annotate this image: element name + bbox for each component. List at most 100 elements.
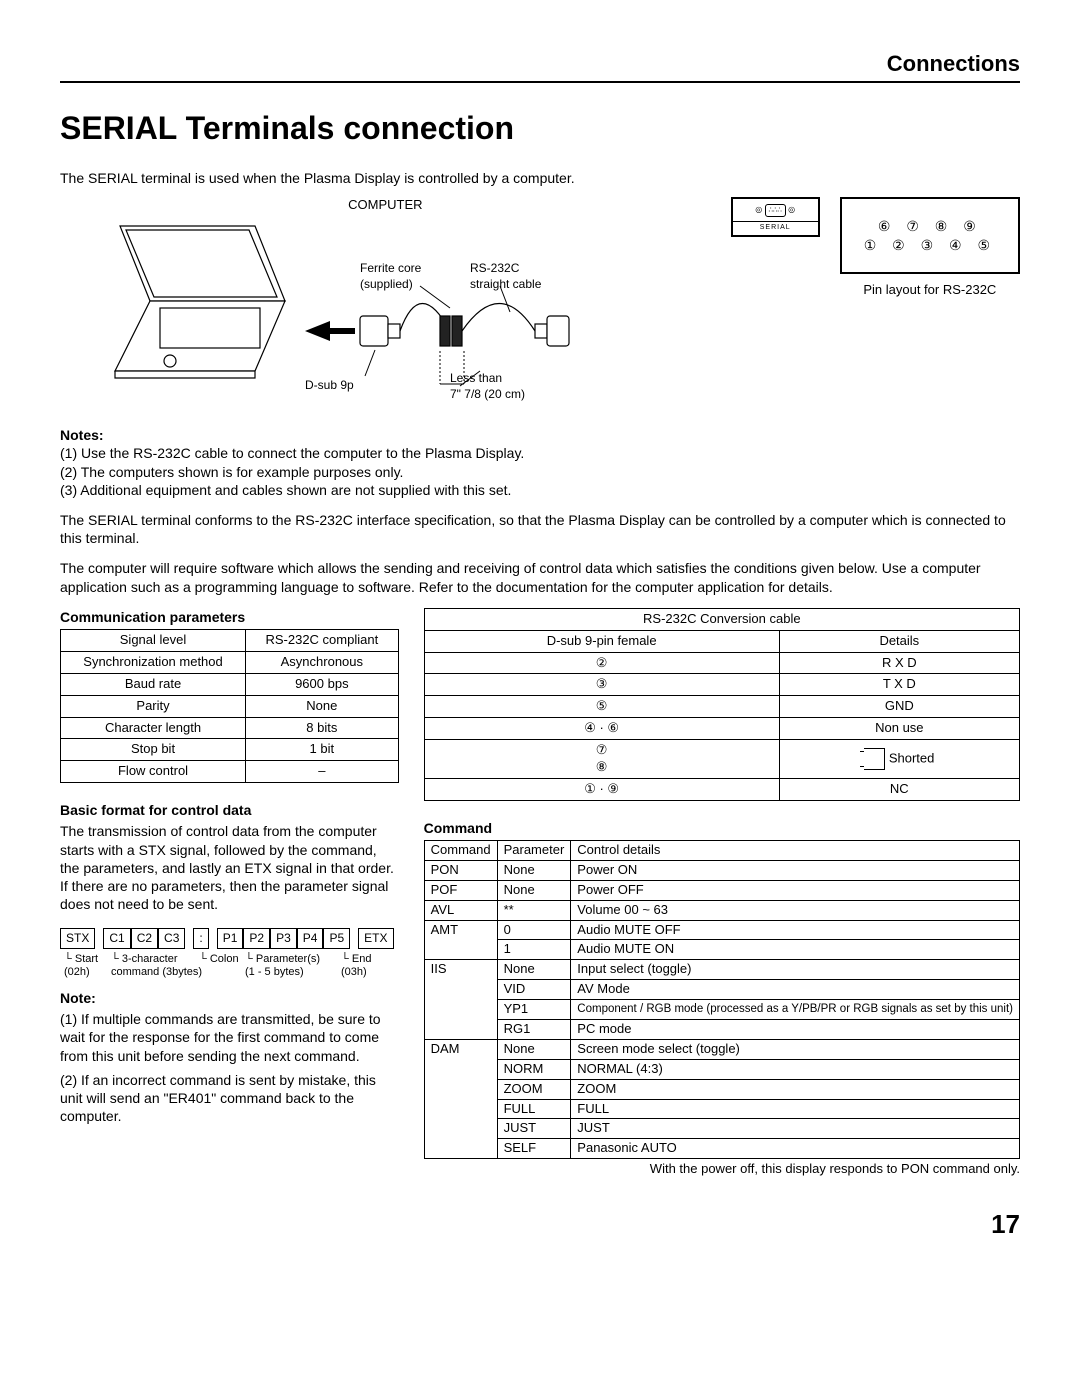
table-cell: FULL: [497, 1099, 571, 1119]
table-cell: 8 bits: [246, 717, 399, 739]
pin-layout-box: ⑥ ⑦ ⑧ ⑨ ① ② ③ ④ ⑤: [840, 197, 1020, 273]
command-title: Command: [424, 819, 1020, 837]
body-paragraph: The computer will require software which…: [60, 559, 1020, 595]
format-title: Basic format for control data: [60, 801, 399, 819]
table-cell: None: [497, 1039, 571, 1059]
p2-box: P2: [243, 928, 270, 948]
table-cell: Component / RGB mode (processed as a Y/P…: [571, 1000, 1020, 1020]
table-cell: ⑤: [424, 696, 779, 718]
computer-label: COMPUTER: [60, 197, 711, 214]
table-cell: PON: [424, 860, 497, 880]
table-cell: VID: [497, 980, 571, 1000]
intro-text: The SERIAL terminal is used when the Pla…: [60, 169, 1020, 187]
table-cell: NC: [779, 778, 1019, 800]
table-cell: RG1: [497, 1019, 571, 1039]
table-cell: AVL: [424, 900, 497, 920]
lbl-params: Parameter(s) (1 - 5 bytes): [245, 953, 320, 978]
pin-row-top: ⑥ ⑦ ⑧ ⑨: [864, 217, 996, 235]
comm-params-table: Signal levelRS-232C compliantSynchroniza…: [60, 629, 399, 783]
table-cell: RS-232C compliant: [246, 629, 399, 651]
table-cell: AV Mode: [571, 980, 1020, 1000]
lbl-cmd: 3-character command (3bytes): [111, 953, 202, 978]
table-cell: 0: [497, 920, 571, 940]
table-cell: Screen mode select (toggle): [571, 1039, 1020, 1059]
lbl-colon: Colon: [210, 953, 239, 965]
dsub-label: D-sub 9p: [305, 378, 354, 394]
table-cell: –: [246, 761, 399, 783]
table-cell: Asynchronous: [246, 651, 399, 673]
p4-box: P4: [297, 928, 324, 948]
table-cell: Input select (toggle): [571, 960, 1020, 980]
cmd-header: Control details: [571, 840, 1020, 860]
table-cell: GND: [779, 696, 1019, 718]
stx-box: STX: [60, 928, 95, 948]
table-cell: ① · ⑨: [424, 778, 779, 800]
table-cell: None: [497, 860, 571, 880]
cmd-header: Command: [424, 840, 497, 860]
table-cell: Baud rate: [61, 673, 246, 695]
table-cell: PC mode: [571, 1019, 1020, 1039]
note2-item: (1) If multiple commands are transmitted…: [60, 1010, 399, 1065]
conv-header: D-sub 9-pin female: [424, 630, 779, 652]
table-cell: Stop bit: [61, 739, 246, 761]
note-item: (2) The computers shown is for example p…: [60, 463, 1020, 481]
table-cell: NORM: [497, 1059, 571, 1079]
p5-box: P5: [323, 928, 350, 948]
table-cell: Audio MUTE OFF: [571, 920, 1020, 940]
note-item: (1) Use the RS-232C cable to connect the…: [60, 444, 1020, 462]
pin-row-bottom: ① ② ③ ④ ⑤: [864, 236, 996, 254]
table-cell: AMT: [424, 920, 497, 960]
table-cell: JUST: [571, 1119, 1020, 1139]
table-cell: Audio MUTE ON: [571, 940, 1020, 960]
table-cell: ZOOM: [497, 1079, 571, 1099]
format-diagram: STX C1 C2 C3 : P1 P2 P3 P4 P5 ETX └ Star…: [60, 928, 399, 979]
pin-layout-caption: Pin layout for RS-232C: [840, 282, 1020, 299]
ferrite-label: Ferrite core (supplied): [360, 261, 421, 292]
table-cell: ZOOM: [571, 1079, 1020, 1099]
note2-item: (2) If an incorrect command is sent by m…: [60, 1071, 399, 1126]
conv-title: RS-232C Conversion cable: [424, 608, 1019, 630]
table-cell: Shorted: [779, 740, 1019, 779]
rs232c-label: RS-232C straight cable: [470, 261, 541, 292]
table-cell: None: [497, 960, 571, 980]
c2-box: C2: [131, 928, 158, 948]
page-number: 17: [60, 1208, 1020, 1242]
table-cell: None: [497, 880, 571, 900]
table-cell: 1 bit: [246, 739, 399, 761]
table-cell: Power OFF: [571, 880, 1020, 900]
c1-box: C1: [103, 928, 130, 948]
notes-list: (1) Use the RS-232C cable to connect the…: [60, 444, 1020, 499]
table-cell: 1: [497, 940, 571, 960]
lbl-end: End (03h): [341, 953, 371, 978]
table-cell: JUST: [497, 1119, 571, 1139]
command-table: Command Parameter Control details PONNon…: [424, 840, 1020, 1159]
page-title: SERIAL Terminals connection: [60, 108, 1020, 150]
table-cell: Power ON: [571, 860, 1020, 880]
table-cell: ④ · ⑥: [424, 718, 779, 740]
serial-port-illustration: ◎ ∴∴∴ ◎ SERIAL: [731, 197, 820, 236]
format-text: The transmission of control data from th…: [60, 822, 399, 913]
note2-title: Note:: [60, 989, 399, 1007]
table-cell: Character length: [61, 717, 246, 739]
cmd-header: Parameter: [497, 840, 571, 860]
lbl-start: Start (02h): [64, 953, 98, 978]
table-cell: SELF: [497, 1139, 571, 1159]
table-cell: Flow control: [61, 761, 246, 783]
table-cell: ⑦ ⑧: [424, 740, 779, 779]
table-cell: IIS: [424, 960, 497, 1040]
table-cell: None: [246, 695, 399, 717]
table-cell: FULL: [571, 1099, 1020, 1119]
table-cell: Volume 00 ~ 63: [571, 900, 1020, 920]
conv-header: Details: [779, 630, 1019, 652]
p3-box: P3: [270, 928, 297, 948]
notes-title: Notes:: [60, 426, 1020, 444]
body-paragraph: The SERIAL terminal conforms to the RS-2…: [60, 511, 1020, 547]
etx-box: ETX: [358, 928, 393, 948]
table-cell: YP1: [497, 1000, 571, 1020]
table-cell: POF: [424, 880, 497, 900]
table-cell: ②: [424, 652, 779, 674]
table-cell: Panasonic AUTO: [571, 1139, 1020, 1159]
connection-diagram: COMPUTER: [60, 197, 1020, 416]
table-cell: Non use: [779, 718, 1019, 740]
serial-text: SERIAL: [733, 221, 818, 232]
